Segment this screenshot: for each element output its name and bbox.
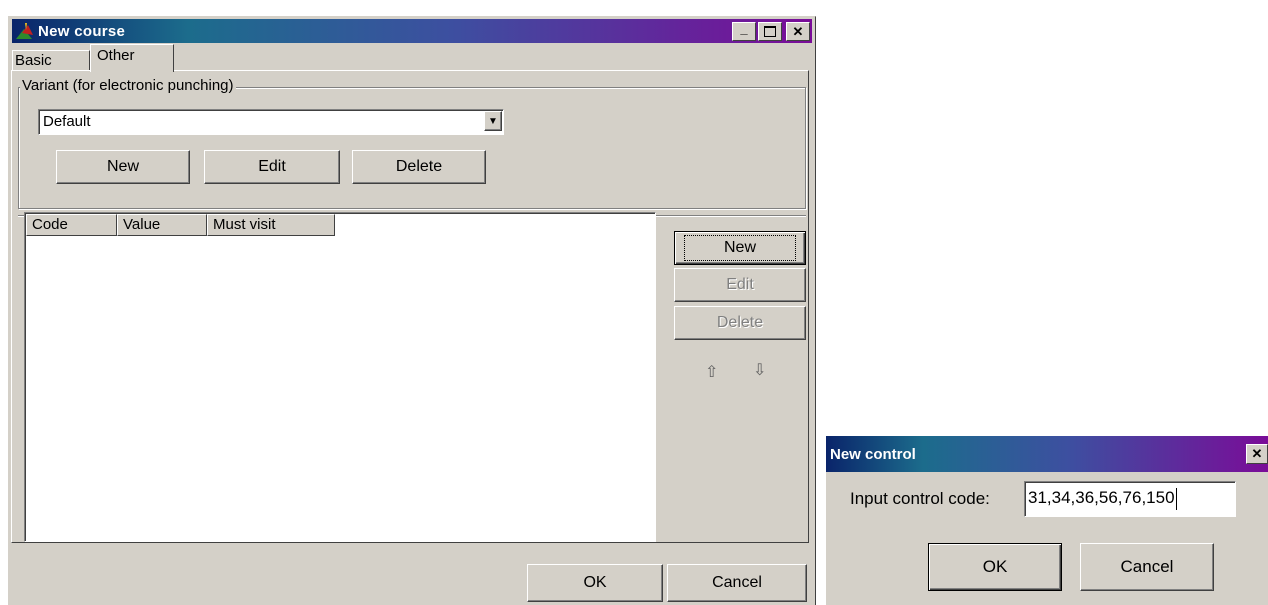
dialog-ok-button[interactable]: OK: [928, 543, 1062, 591]
variant-select-value: Default: [43, 113, 91, 130]
tab-other[interactable]: Other: [90, 44, 174, 72]
dialog-close-button[interactable]: ✕: [1246, 444, 1268, 464]
maximize-icon: [764, 26, 776, 37]
variant-new-button[interactable]: New: [56, 150, 190, 184]
dialog-close-icon: ✕: [1251, 446, 1263, 461]
column-header-must-visit[interactable]: Must visit: [207, 214, 335, 236]
ok-button[interactable]: OK: [527, 564, 663, 602]
move-up-icon[interactable]: ⇧: [705, 362, 718, 382]
column-header-value[interactable]: Value: [117, 214, 207, 236]
control-delete-label: Delete: [716, 314, 764, 331]
text-caret: [1175, 487, 1177, 510]
variant-edit-label: Edit: [258, 158, 286, 175]
app-icon: [16, 23, 33, 39]
controls-list-header: Code Value Must visit: [26, 214, 335, 236]
new-course-window: New course _ ✕ Basic Other Variant (for …: [8, 16, 816, 605]
variant-delete-label: Delete: [395, 158, 443, 175]
close-icon: ✕: [792, 23, 804, 39]
close-button[interactable]: ✕: [786, 22, 810, 41]
tab-basic-label: Basic: [15, 52, 52, 69]
move-down-icon[interactable]: ⇩: [753, 360, 766, 380]
tab-basic[interactable]: Basic: [12, 50, 90, 70]
chevron-down-icon[interactable]: ▼: [484, 111, 502, 131]
cancel-label: Cancel: [712, 574, 762, 591]
minimize-button[interactable]: _: [732, 21, 756, 41]
new-control-dialog: New control ✕ Input control code: 31,34,…: [826, 436, 1268, 605]
variant-edit-button[interactable]: Edit: [204, 150, 340, 184]
maximize-button[interactable]: [758, 22, 782, 41]
control-code-input[interactable]: 31,34,36,56,76,150: [1024, 481, 1236, 517]
input-control-code-label: Input control code:: [850, 489, 990, 508]
control-delete-button[interactable]: Delete: [674, 306, 806, 340]
tab-panel: Variant (for electronic punching) Defaul…: [11, 70, 809, 543]
variant-delete-button[interactable]: Delete: [352, 150, 486, 184]
control-code-input-value: 31,34,36,56,76,150: [1028, 488, 1175, 507]
control-edit-button[interactable]: Edit: [674, 268, 806, 302]
variant-groupbox: [18, 87, 806, 209]
ok-label: OK: [583, 574, 607, 591]
tab-other-label: Other: [97, 47, 135, 64]
dialog-title: New control: [830, 446, 916, 463]
cancel-button[interactable]: Cancel: [667, 564, 807, 602]
dialog-cancel-button[interactable]: Cancel: [1080, 543, 1214, 591]
dialog-title-bar[interactable]: New control ✕: [826, 436, 1268, 472]
column-header-code[interactable]: Code: [26, 214, 117, 236]
minimize-icon: _: [740, 21, 748, 36]
control-edit-label: Edit: [726, 276, 754, 293]
controls-list[interactable]: Code Value Must visit: [24, 212, 656, 542]
dialog-ok-label: OK: [982, 557, 1008, 576]
variant-new-label: New: [106, 158, 139, 175]
variant-select[interactable]: Default ▼: [38, 109, 504, 135]
variant-group-legend: Variant (for electronic punching): [20, 77, 236, 94]
control-new-label: New: [683, 235, 797, 261]
title-bar[interactable]: New course _ ✕: [12, 19, 812, 43]
control-new-button[interactable]: New: [674, 231, 806, 265]
window-title: New course: [38, 22, 126, 40]
dialog-cancel-label: Cancel: [1120, 557, 1174, 576]
